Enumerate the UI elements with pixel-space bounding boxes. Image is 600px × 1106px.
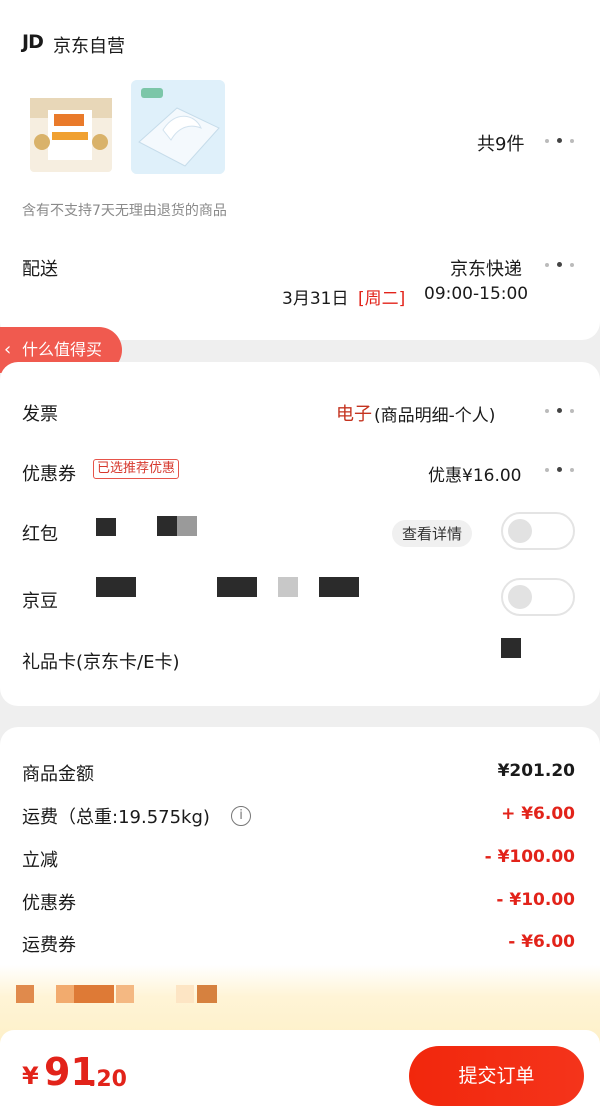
redacted-block — [197, 985, 217, 1003]
toggle-knob — [508, 519, 532, 543]
redacted-block — [176, 985, 194, 1003]
jingdou-toggle[interactable] — [501, 578, 575, 616]
view-details-button[interactable]: 查看详情 — [392, 520, 473, 547]
delivery-date: 3月31日 — [282, 289, 349, 309]
redacted-block — [16, 985, 34, 1003]
invoice-detail[interactable]: (商品明细-个人) — [374, 401, 495, 426]
summary-label-2: 立减 — [22, 850, 58, 871]
invoice-type[interactable]: 电子 — [336, 400, 372, 426]
redacted-block — [319, 577, 359, 597]
total-currency: ¥ — [22, 1062, 39, 1090]
delivery-weekday: [周二] — [358, 289, 406, 309]
jingdou-label: 京豆 — [22, 591, 58, 612]
summary-label-4: 运费券 — [22, 935, 76, 956]
total-decimal: .20 — [88, 1067, 127, 1092]
more-icon[interactable] — [545, 407, 575, 415]
payment-options-card: 发票 电子 (商品明细-个人) 优惠券 已选推荐优惠 优惠¥16.00 红包 查… — [0, 362, 600, 706]
giftcard-label[interactable]: 礼品卡(京东卡/E卡) — [22, 648, 179, 674]
summary-value-2: - ¥100.00 — [484, 847, 575, 867]
redpacket-label: 红包 — [22, 524, 58, 545]
redacted-block — [96, 577, 136, 597]
redacted-block — [278, 577, 298, 597]
delivery-time: 09:00-15:00 — [424, 284, 529, 304]
worth-buying-label: 什么值得买 — [22, 340, 103, 359]
product-image-tissue[interactable] — [131, 80, 225, 174]
redacted-block — [501, 638, 521, 658]
summary-label-0: 商品金额 — [22, 764, 94, 785]
shop-name[interactable]: 京东自营 — [53, 32, 125, 58]
more-icon[interactable] — [545, 261, 575, 269]
redacted-block — [116, 985, 134, 1003]
more-icon[interactable] — [545, 466, 575, 474]
redacted-block — [217, 577, 257, 597]
toggle-knob — [508, 585, 532, 609]
coupon-label: 优惠券 — [22, 464, 76, 485]
recommended-badge: 已选推荐优惠 — [93, 459, 180, 479]
item-count: 共9件 — [477, 134, 525, 155]
coupon-value[interactable]: 优惠¥16.00 — [428, 461, 521, 486]
product-image-flour[interactable] — [24, 80, 118, 174]
more-icon[interactable] — [545, 137, 575, 145]
invoice-label: 发票 — [22, 404, 58, 425]
summary-label-3: 优惠券 — [22, 893, 76, 914]
redacted-block — [157, 516, 177, 536]
submit-order-button[interactable]: 提交订单 — [409, 1046, 584, 1106]
redacted-block — [56, 985, 74, 1003]
redacted-block — [96, 518, 116, 536]
summary-value-1: + ¥6.00 — [501, 804, 575, 824]
redacted-block — [74, 985, 114, 1003]
summary-value-0: ¥201.20 — [497, 761, 575, 781]
delivery-label: 配送 — [22, 259, 58, 280]
redacted-block — [177, 516, 197, 536]
summary-value-4: - ¥6.00 — [508, 932, 575, 952]
delivery-method[interactable]: 京东快递 — [450, 255, 522, 281]
return-notice: 含有不支持7天无理由退货的商品 — [22, 203, 227, 219]
summary-label-1: 运费（总重:19.575kg) — [22, 807, 210, 828]
jd-logo: JD — [22, 31, 44, 53]
info-icon[interactable]: i — [231, 806, 251, 826]
summary-value-3: - ¥10.00 — [496, 890, 575, 910]
redpacket-toggle[interactable] — [501, 512, 575, 550]
shop-card: JD 京东自营 共9件 含有不支持7天无理由退货的商品 配送 京东快递 3月31… — [0, 0, 600, 340]
